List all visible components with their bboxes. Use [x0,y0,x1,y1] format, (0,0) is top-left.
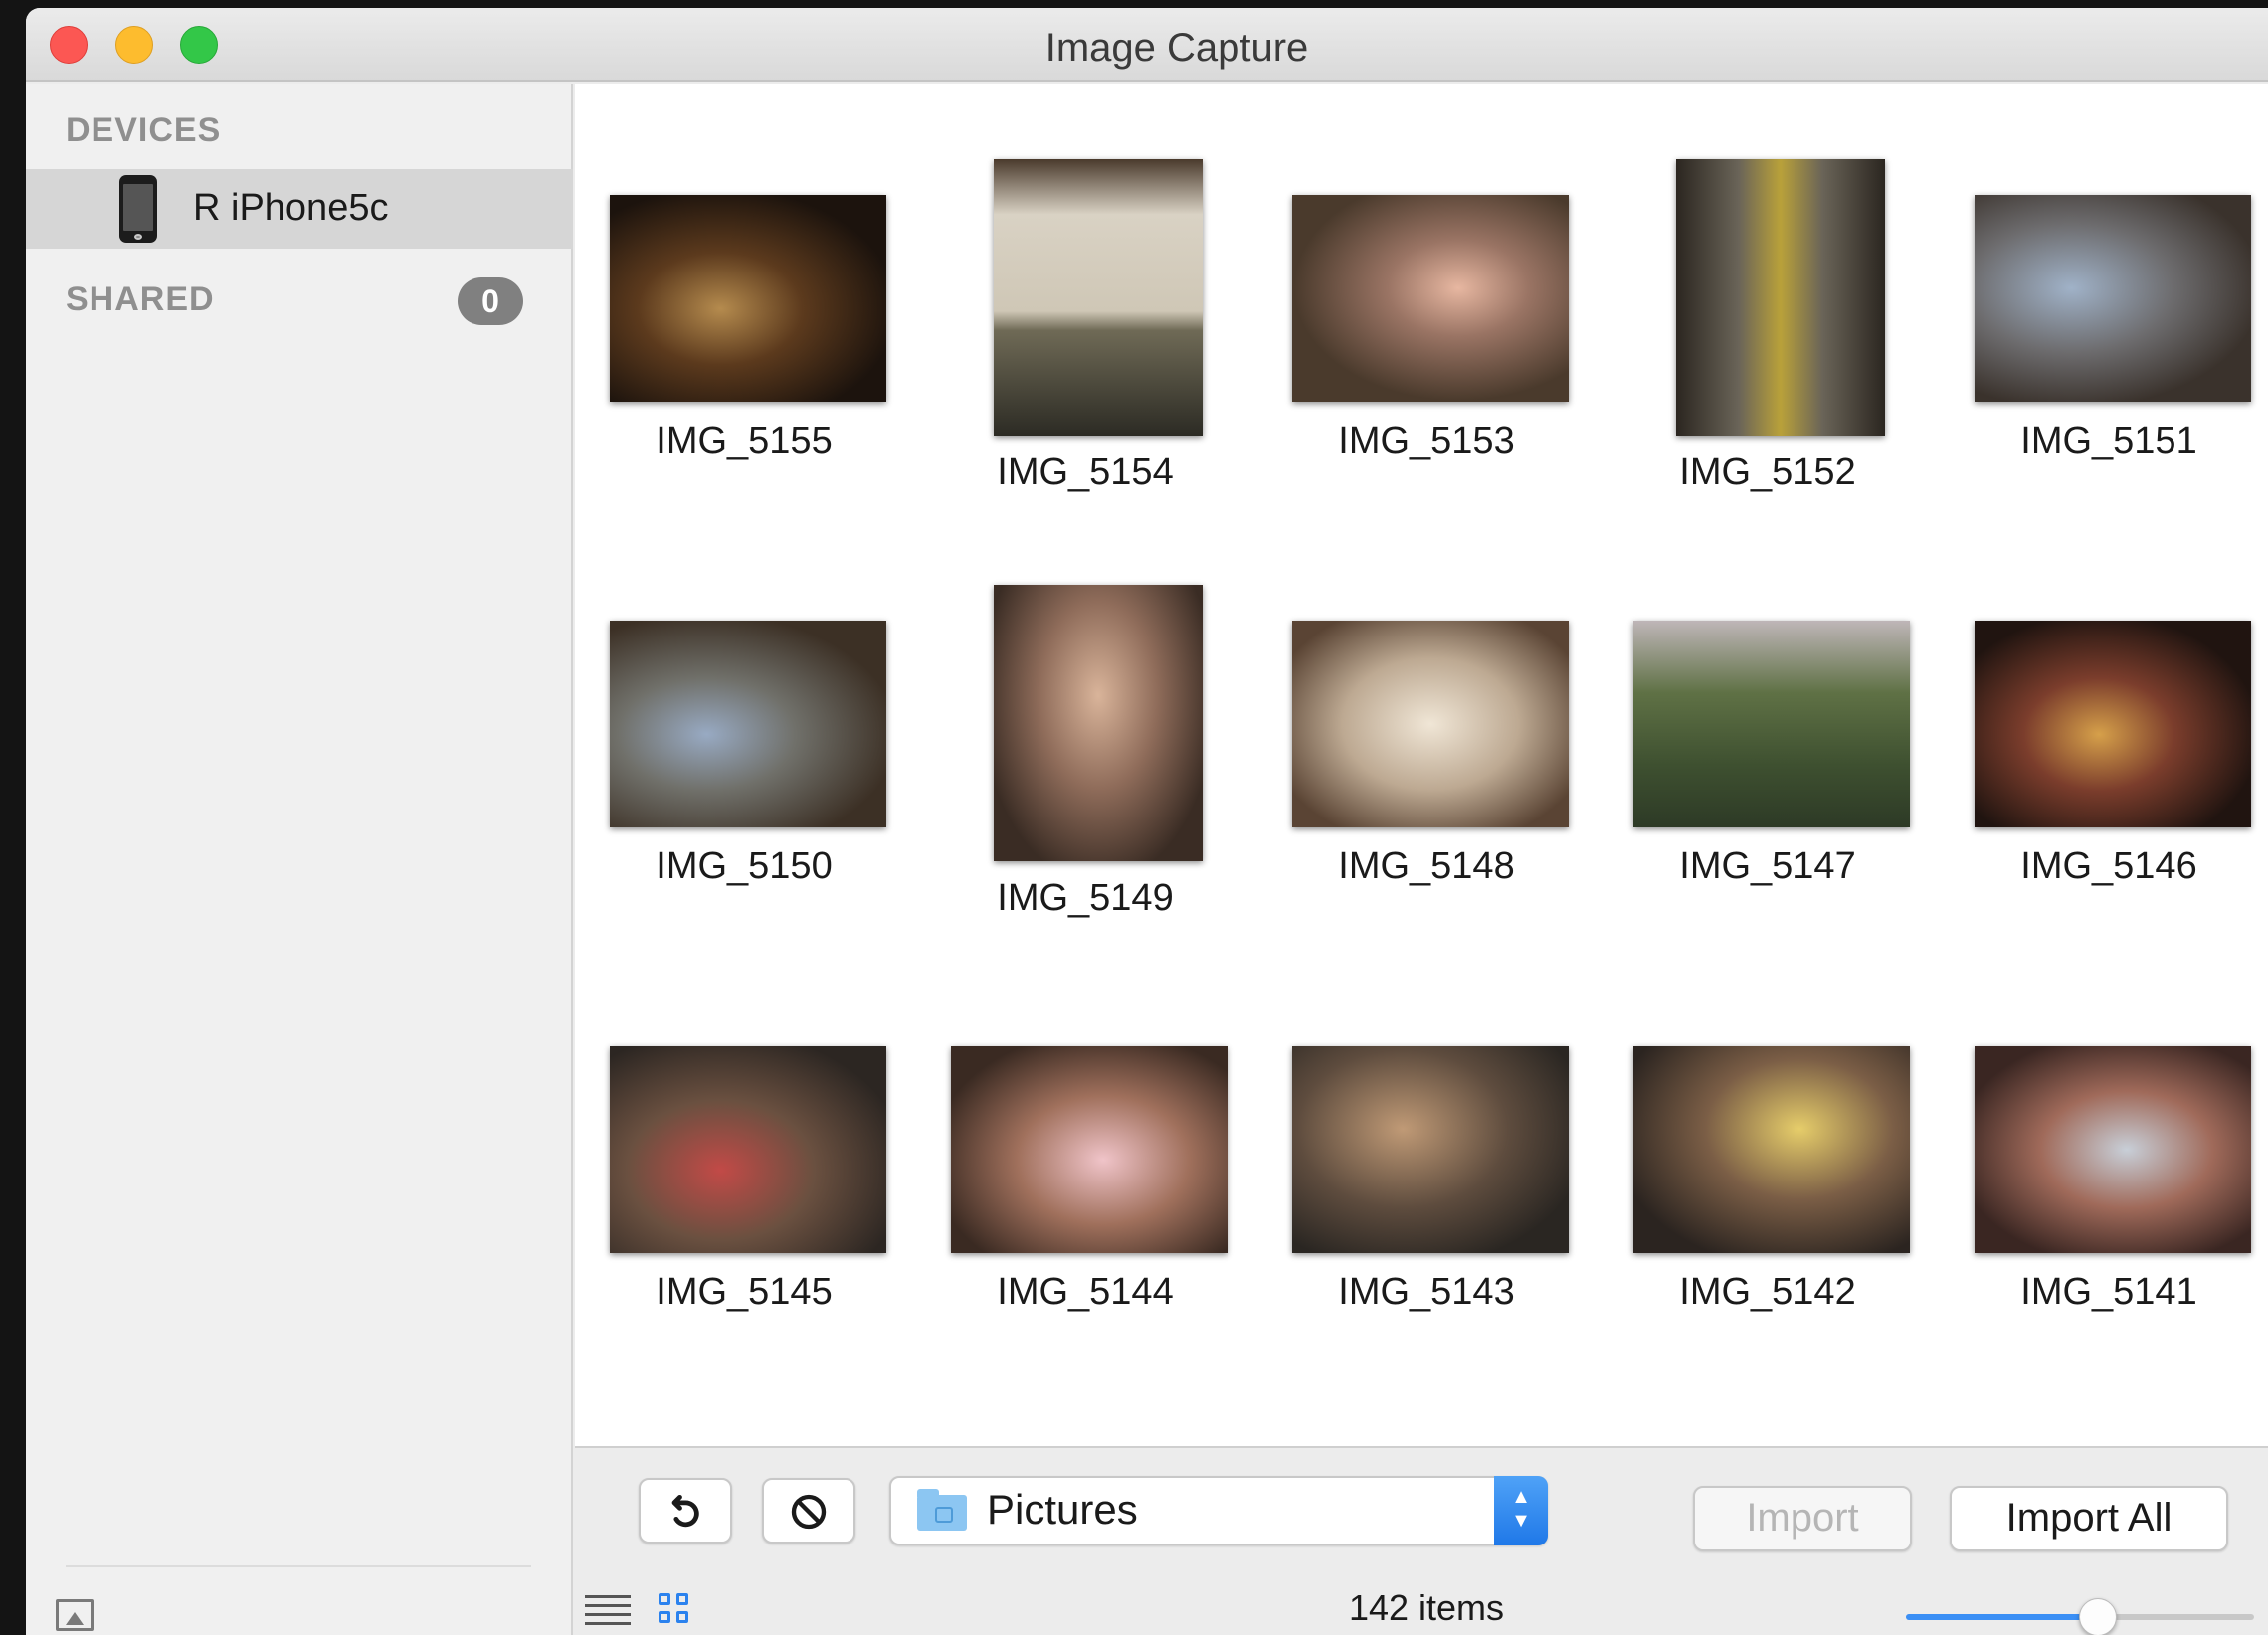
shared-count-badge: 0 [458,277,523,325]
image-capture-window: Image Capture DEVICES R iPhone5c SHARED … [26,8,2268,1635]
photo-filename: IMG_5152 [1679,452,1856,493]
photo-item[interactable]: IMG_5149 [916,509,1254,919]
slider-fill [1906,1614,2098,1620]
photo-item[interactable]: IMG_5150 [575,509,913,887]
image-icon[interactable] [56,1599,94,1631]
photo-thumbnail[interactable] [610,1046,886,1253]
photo-item[interactable]: IMG_5155 [575,84,913,461]
sidebar-divider [66,1565,531,1567]
photo-item[interactable]: IMG_5147 [1599,509,1937,887]
slider-knob[interactable] [2078,1598,2117,1635]
photo-item[interactable]: IMG_5153 [1257,84,1596,461]
devices-header: DEVICES [66,111,222,149]
photo-thumbnail[interactable] [994,585,1203,861]
photo-thumbnail[interactable] [1633,1046,1910,1253]
photo-thumbnail[interactable] [1676,159,1885,436]
iphone-icon [119,175,157,243]
title-bar: Image Capture [26,8,2268,82]
sidebar: DEVICES R iPhone5c SHARED 0 [26,84,573,1635]
photo-filename: IMG_5151 [2020,420,2197,461]
photo-filename: IMG_5142 [1679,1271,1856,1313]
photo-filename: IMG_5153 [1338,420,1515,461]
photo-thumbnail[interactable] [610,195,886,402]
thumbnail-grid: IMG_5155 IMG_5154 IMG_5153 IMG_5152 IMG_5151… [575,84,2268,1446]
photo-thumbnail[interactable] [1292,195,1569,402]
chevron-updown-icon: ▲ ▼ [1494,1476,1548,1545]
import-button[interactable]: Import [1693,1486,1912,1551]
photo-thumbnail[interactable] [1975,195,2251,402]
photo-filename: IMG_5150 [656,845,833,887]
photo-thumbnail[interactable] [951,1046,1228,1253]
photo-item[interactable]: IMG_5142 [1599,935,1937,1313]
rotate-left-icon [671,1494,699,1528]
photo-filename: IMG_5143 [1338,1271,1515,1313]
photo-item[interactable]: IMG_5152 [1599,84,1937,493]
photo-filename: IMG_5148 [1338,845,1515,887]
photo-item[interactable]: IMG_5148 [1257,509,1596,887]
photo-thumbnail[interactable] [1292,1046,1569,1253]
photo-filename: IMG_5146 [2020,845,2197,887]
delete-icon [791,1494,827,1530]
rotate-left-button[interactable] [639,1478,732,1544]
photo-filename: IMG_5144 [997,1271,1174,1313]
photo-filename: IMG_5145 [656,1271,833,1313]
window-title: Image Capture [1044,26,1309,70]
photo-thumbnail[interactable] [1292,621,1569,827]
photo-filename: IMG_5147 [1679,845,1856,887]
photo-item[interactable]: IMG_5146 [1940,509,2268,887]
photo-filename: IMG_5154 [997,452,1174,493]
thumbnail-size-slider[interactable] [1906,1598,2254,1635]
photo-filename: IMG_5149 [997,877,1174,919]
photo-browser: IMG_5155 IMG_5154 IMG_5153 IMG_5152 IMG_5151… [575,84,2268,1446]
photo-filename: IMG_5155 [656,420,833,461]
photo-item[interactable]: IMG_5145 [575,935,913,1313]
photo-thumbnail[interactable] [610,621,886,827]
photo-item[interactable]: IMG_5151 [1940,84,2268,461]
import-all-button[interactable]: Import All [1950,1486,2228,1551]
photo-item[interactable]: IMG_5143 [1257,935,1596,1313]
photo-thumbnail[interactable] [1975,1046,2251,1253]
photo-thumbnail[interactable] [1975,621,2251,827]
photo-item[interactable]: IMG_5154 [916,84,1254,493]
photo-item[interactable]: IMG_5144 [916,935,1254,1313]
shared-header: SHARED [66,280,215,318]
photo-thumbnail[interactable] [1633,621,1910,827]
sidebar-item-device[interactable]: R iPhone5c [26,169,573,249]
item-count: 142 items [1348,1587,1505,1628]
photo-item[interactable]: IMG_5141 [1940,935,2268,1313]
photo-filename: IMG_5141 [2020,1271,2197,1313]
delete-button[interactable] [762,1478,855,1544]
device-name: R iPhone5c [193,187,389,229]
import-destination-select[interactable]: Pictures ▲ ▼ [889,1476,1548,1545]
destination-label: Pictures [987,1486,1138,1533]
pictures-folder-icon [917,1489,967,1531]
bottom-toolbar: Pictures ▲ ▼ Import Import All 142 items [575,1446,2268,1635]
photo-thumbnail[interactable] [994,159,1203,436]
